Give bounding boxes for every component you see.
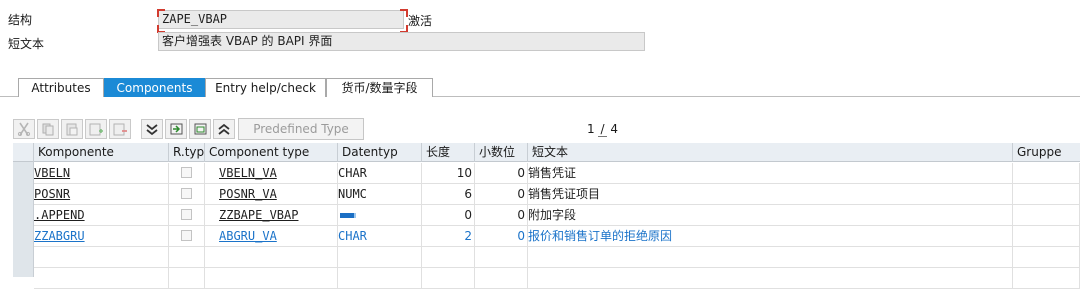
col-datentyp[interactable]: Datentyp <box>338 143 422 162</box>
insert-row-icon[interactable] <box>85 119 107 139</box>
rtyp-cell <box>169 226 205 247</box>
datentyp-cell[interactable]: CHAR <box>338 163 422 184</box>
gruppe-cell[interactable] <box>1013 184 1080 205</box>
tab-entry-help-check[interactable]: Entry help/check <box>205 78 326 97</box>
component-type-cell[interactable]: ZZBAPE_VBAP <box>205 205 338 226</box>
structure-label: 结构 <box>8 13 33 27</box>
copy-icon[interactable] <box>37 119 59 139</box>
tab-attributes[interactable]: Attributes <box>18 78 104 97</box>
components-table: Komponente R.typ Component type Datentyp… <box>13 143 1080 289</box>
komponente-cell[interactable]: POSNR <box>34 184 169 205</box>
gruppe-cell[interactable] <box>1013 226 1080 247</box>
length-cell[interactable]: 0 <box>422 205 475 226</box>
rtyp-cell <box>169 205 205 226</box>
gruppe-cell[interactable] <box>1013 163 1080 184</box>
length-cell[interactable]: 10 <box>422 163 475 184</box>
export-icon[interactable] <box>189 119 211 139</box>
short-text-cell[interactable]: 销售凭证 <box>528 163 1013 184</box>
paste-icon[interactable] <box>61 119 83 139</box>
short-text-cell[interactable]: 报价和销售订单的拒绝原因 <box>528 226 1013 247</box>
table-row[interactable]: ZZABGRU ABGRU_VA CHAR 2 0 报价和销售订单的拒绝原因 <box>34 226 1080 247</box>
tab-currency-quantity[interactable]: 货币/数量字段 <box>326 78 433 97</box>
table-row[interactable]: .APPEND ZZBAPE_VBAP 0 0 附加字段 <box>34 205 1080 226</box>
short-text-cell[interactable]: 附加字段 <box>528 205 1013 226</box>
predefined-type-button[interactable]: Predefined Type <box>238 118 364 140</box>
empty-row[interactable] <box>34 268 1080 289</box>
rtyp-cell <box>169 184 205 205</box>
col-komponente[interactable]: Komponente <box>34 143 169 162</box>
short-text-field[interactable]: 客户增强表 VBAP 的 BAPI 界面 <box>158 32 645 51</box>
structure-type-icon <box>340 213 356 218</box>
rtyp-checkbox[interactable] <box>181 209 192 220</box>
datentyp-cell[interactable]: NUMC <box>338 184 422 205</box>
component-type-cell[interactable]: ABGRU_VA <box>205 226 338 247</box>
col-decimals[interactable]: 小数位 <box>475 143 528 162</box>
component-type-cell[interactable]: VBELN_VA <box>205 163 338 184</box>
rtyp-cell <box>169 163 205 184</box>
komponente-cell[interactable]: VBELN <box>34 163 169 184</box>
delete-row-icon[interactable] <box>109 119 131 139</box>
expand-icon[interactable] <box>213 119 235 139</box>
table-row[interactable]: VBELN VBELN_VA CHAR 10 0 销售凭证 <box>34 163 1080 184</box>
import-icon[interactable] <box>165 119 187 139</box>
col-component-type[interactable]: Component type <box>205 143 338 162</box>
select-all-header[interactable] <box>13 143 34 162</box>
komponente-cell[interactable]: .APPEND <box>34 205 169 226</box>
pager-separator: / <box>598 122 607 137</box>
decimals-cell[interactable]: 0 <box>475 205 528 226</box>
col-gruppe[interactable]: Gruppe <box>1013 143 1080 162</box>
komponente-cell[interactable]: ZZABGRU <box>34 226 169 247</box>
decimals-cell[interactable]: 0 <box>475 163 528 184</box>
rtyp-checkbox[interactable] <box>181 188 192 199</box>
col-short-text[interactable]: 短文本 <box>528 143 1013 162</box>
pager-current[interactable]: 1 <box>587 122 595 136</box>
short-text-label: 短文本 <box>8 37 45 51</box>
length-cell[interactable]: 2 <box>422 226 475 247</box>
length-cell[interactable]: 6 <box>422 184 475 205</box>
gruppe-cell[interactable] <box>1013 205 1080 226</box>
rtyp-checkbox[interactable] <box>181 167 192 178</box>
decimals-cell[interactable]: 0 <box>475 184 528 205</box>
pager: 1 / 4 <box>587 122 618 137</box>
component-type-cell[interactable]: POSNR_VA <box>205 184 338 205</box>
datentyp-cell[interactable] <box>338 205 422 226</box>
empty-row[interactable] <box>34 247 1080 268</box>
status-text: 激活 <box>408 14 433 28</box>
rtyp-checkbox[interactable] <box>181 230 192 241</box>
row-selector-column[interactable] <box>13 162 34 277</box>
structure-field[interactable]: ZAPE_VBAP <box>158 10 404 29</box>
datentyp-cell[interactable]: CHAR <box>338 226 422 247</box>
cut-icon[interactable] <box>13 119 35 139</box>
col-length[interactable]: 长度 <box>422 143 475 162</box>
table-header: Komponente R.typ Component type Datentyp… <box>13 143 1080 162</box>
col-rtyp[interactable]: R.typ <box>169 143 205 162</box>
decimals-cell[interactable]: 0 <box>475 226 528 247</box>
tab-components[interactable]: Components <box>104 78 205 97</box>
short-text-cell[interactable]: 销售凭证项目 <box>528 184 1013 205</box>
collapse-icon[interactable] <box>141 119 163 139</box>
pager-total: 4 <box>610 122 618 136</box>
table-row[interactable]: POSNR POSNR_VA NUMC 6 0 销售凭证项目 <box>34 184 1080 205</box>
